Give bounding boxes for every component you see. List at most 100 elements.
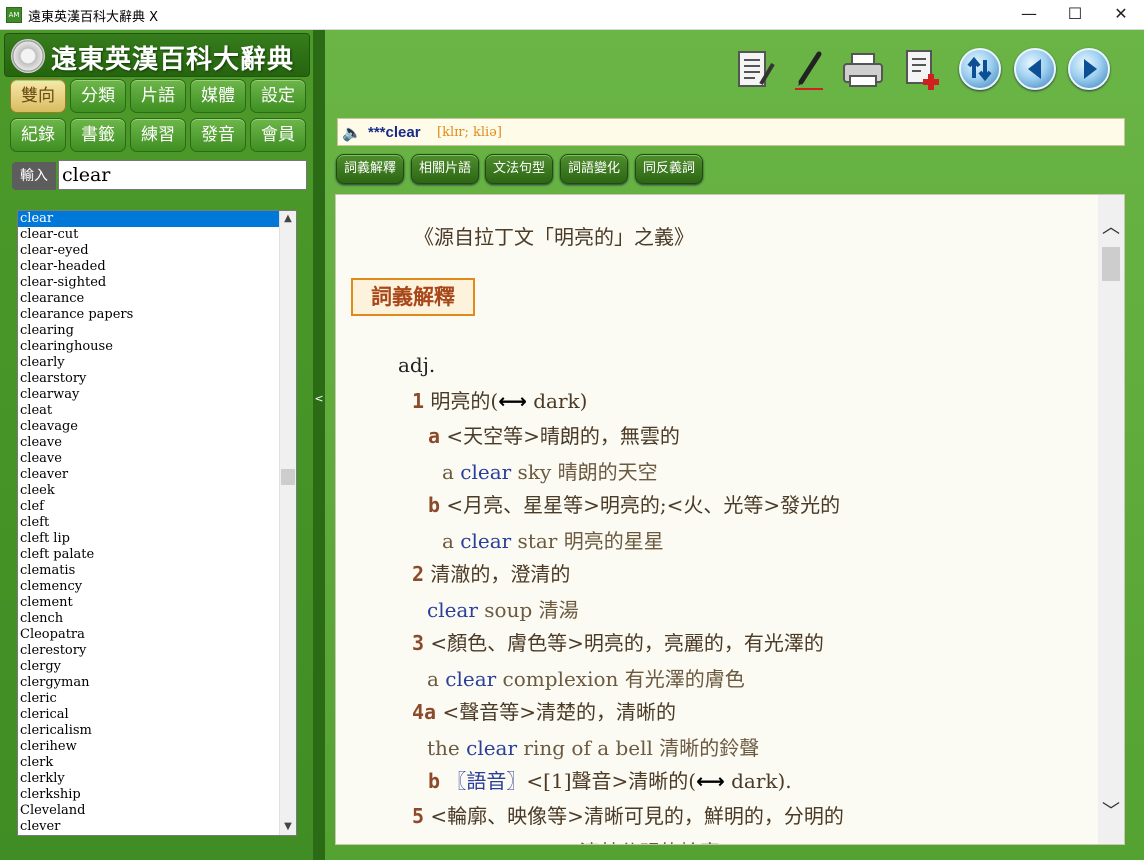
notes-icon[interactable] [733,48,777,92]
example-5: a clear outline 清楚分明的輪廓 [427,836,719,844]
list-item[interactable]: clematis [18,563,280,579]
list-item[interactable]: clearing [18,323,280,339]
add-page-icon[interactable] [901,48,945,92]
logo-title: 遠東英漢百科大辭典 [51,45,295,75]
list-item[interactable]: clearinghouse [18,339,280,355]
nav-button[interactable]: 雙向 [10,79,66,113]
list-item[interactable]: cleft palate [18,547,280,563]
field-label: 〖語音〗 [446,769,527,793]
scroll-thumb[interactable] [281,469,295,485]
list-item[interactable]: clemency [18,579,280,595]
antonym-arrow-icon: ⟷ [498,389,527,413]
list-item[interactable]: cleavage [18,419,280,435]
list-item[interactable]: Cleveland [18,803,280,819]
forward-icon[interactable] [1068,48,1110,90]
headword-bar: 🔈 ***clear [klɪr; kliə] [337,118,1125,146]
list-item[interactable]: clerkly [18,771,280,787]
list-item[interactable]: clergyman [18,675,280,691]
sense-1b: b <月亮、星星等>明亮的;<火、光等>發光的 [428,493,841,517]
headword-stars: *** [368,124,386,141]
app-window: AM 遠東英漢百科大辭典 X — ☐ ✕ 遠東英漢百科大辭典 雙向 分類 片語 … [0,0,1144,860]
list-item[interactable]: clear-sighted [18,275,280,291]
part-of-speech: adj. [398,353,436,377]
panel-splitter[interactable]: < [313,30,325,860]
headword-text: clear [385,124,421,141]
definition-scrollbar[interactable]: ︿ ﹀ [1098,195,1124,844]
pen-icon[interactable] [787,48,831,92]
list-item[interactable]: clearance [18,291,280,307]
search-input[interactable]: clear [58,160,307,190]
list-item[interactable]: clerical [18,707,280,723]
close-button[interactable]: ✕ [1098,0,1144,30]
list-item[interactable]: cleft lip [18,531,280,547]
word-list-scrollbar[interactable]: ▲ ▼ [279,211,296,835]
nav-button[interactable]: 設定 [250,79,306,113]
list-item[interactable]: clear-headed [18,259,280,275]
list-item[interactable]: clerk [18,755,280,771]
sense-1a: a <天空等>晴朗的，無雲的 [428,424,680,448]
section-heading: 詞義解釋 [351,278,475,316]
nav-button[interactable]: 練習 [130,118,186,152]
headword: ***clear [368,124,421,141]
list-item[interactable]: clerestory [18,643,280,659]
app-logo: 遠東英漢百科大辭典 [4,33,310,77]
nav-button[interactable]: 媒體 [190,79,246,113]
nav-button[interactable]: 發音 [190,118,246,152]
list-item[interactable]: clench [18,611,280,627]
example-1a: a clear sky 晴朗的天空 [442,460,658,484]
list-item[interactable]: clericalism [18,723,280,739]
tab-synonyms[interactable]: 同反義詞 [635,154,703,184]
speaker-icon[interactable]: 🔈 [342,123,362,142]
scroll-thumb[interactable] [1102,247,1120,281]
list-item[interactable]: clear [18,211,280,227]
list-item[interactable]: cleft [18,515,280,531]
back-icon[interactable] [1014,48,1056,90]
nav-button[interactable]: 分類 [70,79,126,113]
minimize-button[interactable]: — [1006,0,1052,30]
example-3: a clear complexion 有光澤的膚色 [427,667,745,691]
maximize-button[interactable]: ☐ [1052,0,1098,30]
tab-meaning[interactable]: 詞義解釋 [336,154,404,184]
collapse-icon[interactable]: < [313,392,325,405]
tab-grammar[interactable]: 文法句型 [485,154,553,184]
list-item[interactable]: clearway [18,387,280,403]
list-item[interactable]: cleric [18,691,280,707]
list-item[interactable]: clearstory [18,371,280,387]
word-list[interactable]: clear clear-cut clear-eyed clear-headed clea… [17,210,297,836]
list-item[interactable]: Cleopatra [18,627,280,643]
swap-icon[interactable] [959,48,1001,90]
list-item[interactable]: cleave [18,435,280,451]
list-item[interactable]: cleat [18,403,280,419]
list-item[interactable]: clever [18,819,280,835]
sense-4a: 4a <聲音等>清楚的，清晰的 [412,700,676,724]
list-item[interactable]: clear-cut [18,227,280,243]
list-item[interactable]: cleek [18,483,280,499]
list-item[interactable]: clement [18,595,280,611]
scroll-down-icon[interactable]: ▼ [280,819,296,835]
sense-5: 5 <輪廓、映像等>清晰可見的，鮮明的，分明的 [412,804,844,828]
list-item[interactable]: clef [18,499,280,515]
list-item[interactable]: cleave [18,451,280,467]
list-item[interactable]: clergy [18,659,280,675]
list-item[interactable]: clerkship [18,787,280,803]
list-item[interactable]: clear-eyed [18,243,280,259]
scroll-down-icon[interactable]: ﹀ [1098,799,1124,825]
antonym-arrow-icon: ⟷ [696,769,725,793]
list-item[interactable]: clearly [18,355,280,371]
scroll-up-icon[interactable]: ︿ [1098,215,1124,241]
scroll-up-icon[interactable]: ▲ [280,211,296,227]
word-list-items: clear clear-cut clear-eyed clear-headed clea… [18,211,280,835]
list-item[interactable]: clearance papers [18,307,280,323]
list-item[interactable]: clerihew [18,739,280,755]
definition-pane[interactable]: 《源自拉丁文「明亮的」之義》 詞義解釋 adj. 1 明亮的(⟷ dark) a… [335,194,1125,845]
print-icon[interactable] [841,48,885,92]
list-item[interactable]: cleaver [18,467,280,483]
nav-button[interactable]: 片語 [130,79,186,113]
nav-button[interactable]: 書籤 [70,118,126,152]
nav-button[interactable]: 紀錄 [10,118,66,152]
tab-word-forms[interactable]: 詞語變化 [560,154,628,184]
input-label: 輸入 [12,162,56,190]
tab-phrases[interactable]: 相關片語 [411,154,479,184]
nav-button[interactable]: 會員 [250,118,306,152]
example-2: clear soup 清湯 [427,598,579,622]
